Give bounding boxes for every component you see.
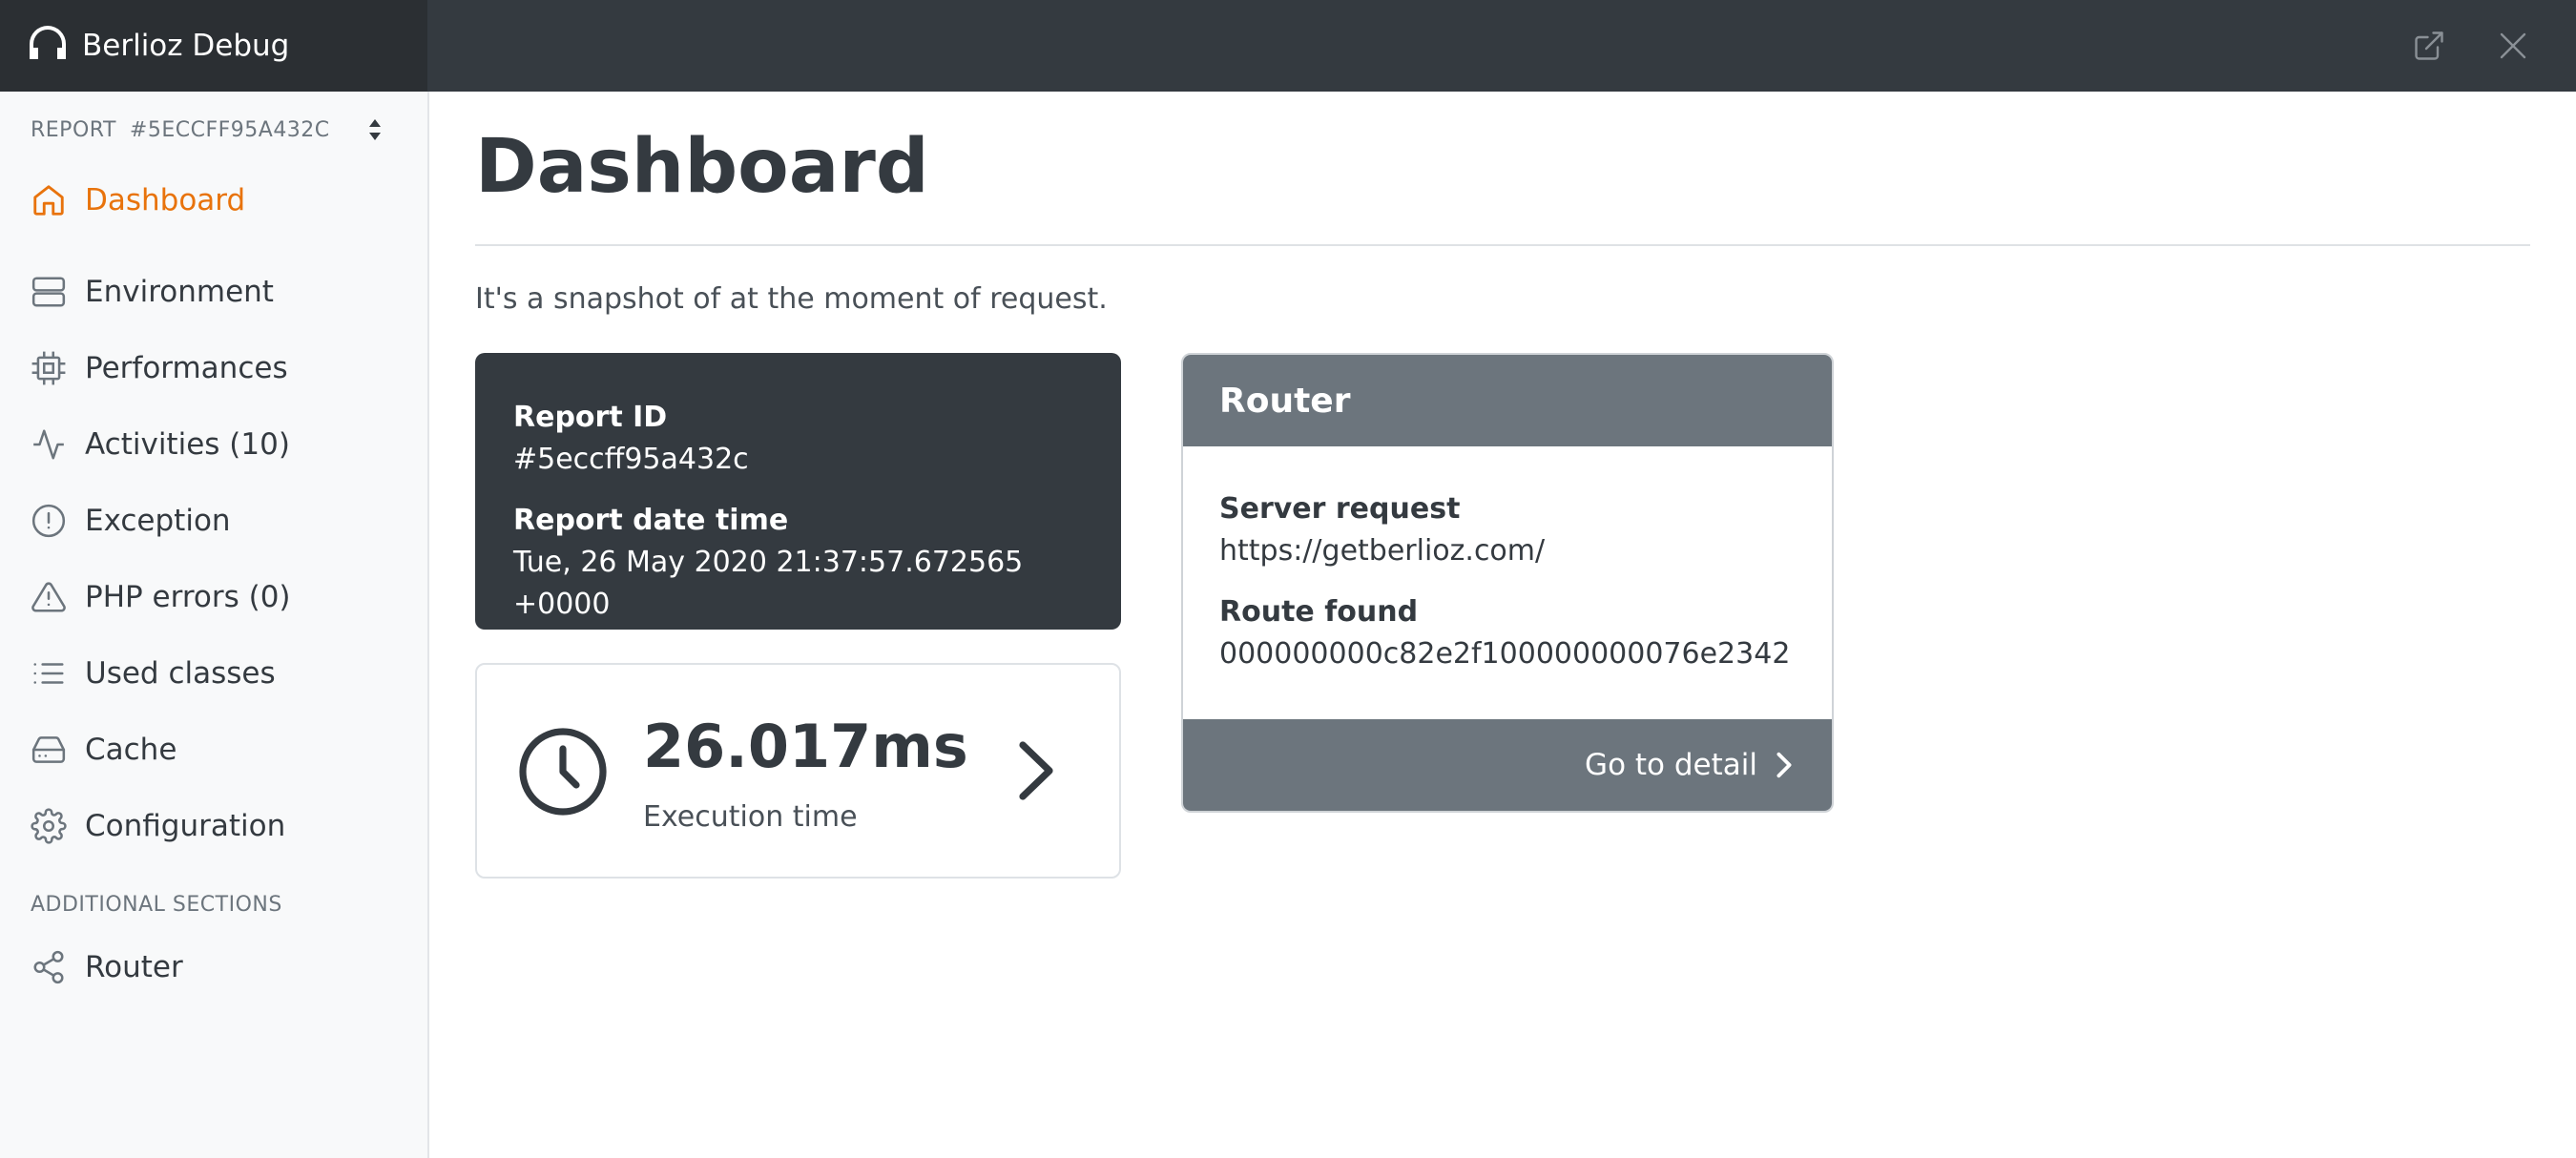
route-found-label: Route found (1219, 595, 1419, 629)
sidebar: REPORT #5ECCFF95A432C Dashboard Environm… (0, 92, 429, 1158)
report-selector[interactable]: REPORT #5ECCFF95A432C (31, 113, 384, 147)
list-icon (29, 653, 69, 693)
sidebar-item-label: Dashboard (85, 183, 246, 217)
go-to-detail-label: Go to detail (1585, 748, 1757, 782)
sidebar-item-label: Activities (10) (85, 427, 290, 462)
alert-triangle-icon (29, 577, 69, 617)
chevron-right-icon (1776, 752, 1792, 778)
sidebar-item-label: Performances (85, 351, 288, 385)
sidebar-item-environment[interactable]: Environment (29, 268, 274, 316)
external-link-icon (2415, 31, 2443, 60)
sidebar-item-used-classes[interactable]: Used classes (29, 650, 276, 697)
settings-icon (29, 806, 69, 846)
sidebar-item-label: Configuration (85, 809, 286, 843)
additional-sections-title: ADDITIONAL SECTIONS (31, 893, 282, 917)
app-title: Berlioz Debug (82, 29, 290, 63)
berlioz-logo-icon (27, 23, 69, 69)
router-card: Router Server request https://getberlioz… (1181, 353, 1834, 813)
sidebar-item-activities[interactable]: Activities (10) (29, 421, 290, 468)
sidebar-item-exception[interactable]: Exception (29, 497, 231, 545)
server-request-label: Server request (1219, 492, 1461, 526)
report-selector-id: #5ECCFF95A432C (129, 117, 330, 142)
sort-caret-icon (369, 119, 381, 140)
server-icon (29, 272, 69, 312)
sidebar-item-label: Environment (85, 275, 274, 309)
sidebar-item-label: Router (85, 950, 183, 984)
server-request-value: https://getberlioz.com/ (1219, 534, 1546, 568)
home-icon (29, 180, 69, 220)
router-card-title: Router (1183, 355, 1832, 446)
report-date-label: Report date time (513, 504, 789, 537)
report-info-card: Report ID #5eccff95a432c Report date tim… (475, 353, 1121, 630)
close-button[interactable] (2492, 25, 2534, 67)
report-id-value: #5eccff95a432c (513, 443, 749, 476)
sidebar-item-dashboard[interactable]: Dashboard (29, 176, 245, 224)
open-new-window-button[interactable] (2408, 25, 2450, 67)
top-bar: Berlioz Debug (0, 0, 2576, 92)
alert-circle-icon (29, 501, 69, 541)
sidebar-item-label: Cache (85, 733, 177, 767)
report-date-value: Tue, 26 May 2020 21:37:57.672565 +0000 (513, 546, 1024, 621)
execution-time-label: Execution time (643, 800, 858, 834)
chevron-right-icon (1019, 741, 1053, 800)
sidebar-item-router[interactable]: Router (29, 943, 183, 991)
sidebar-item-cache[interactable]: Cache (29, 726, 177, 774)
activity-icon (29, 424, 69, 465)
execution-time-card[interactable]: 26.017ms Execution time (475, 663, 1121, 879)
hard-drive-icon (29, 730, 69, 770)
lead-text: It's a snapshot of at the moment of requ… (475, 282, 1108, 316)
report-selector-label: REPORT (31, 117, 116, 142)
brand[interactable]: Berlioz Debug (0, 0, 427, 92)
cpu-icon (29, 348, 69, 388)
sidebar-item-php-errors[interactable]: PHP errors (0) (29, 573, 291, 621)
sidebar-item-label: Exception (85, 504, 231, 538)
sidebar-item-label: PHP errors (0) (85, 580, 291, 614)
sidebar-item-configuration[interactable]: Configuration (29, 802, 285, 850)
report-id-label: Report ID (513, 401, 668, 434)
route-found-value: 000000000c82e2f100000000076e2342 (1219, 637, 1791, 671)
execution-time-value: 26.017ms (643, 712, 968, 781)
sidebar-item-label: Used classes (85, 656, 276, 691)
sidebar-item-performances[interactable]: Performances (29, 344, 288, 392)
page-title: Dashboard (475, 124, 929, 210)
close-icon (2500, 32, 2526, 59)
title-divider (475, 244, 2530, 246)
share-icon (29, 947, 69, 987)
clock-icon (519, 728, 607, 816)
go-to-detail-link[interactable]: Go to detail (1183, 719, 1832, 811)
